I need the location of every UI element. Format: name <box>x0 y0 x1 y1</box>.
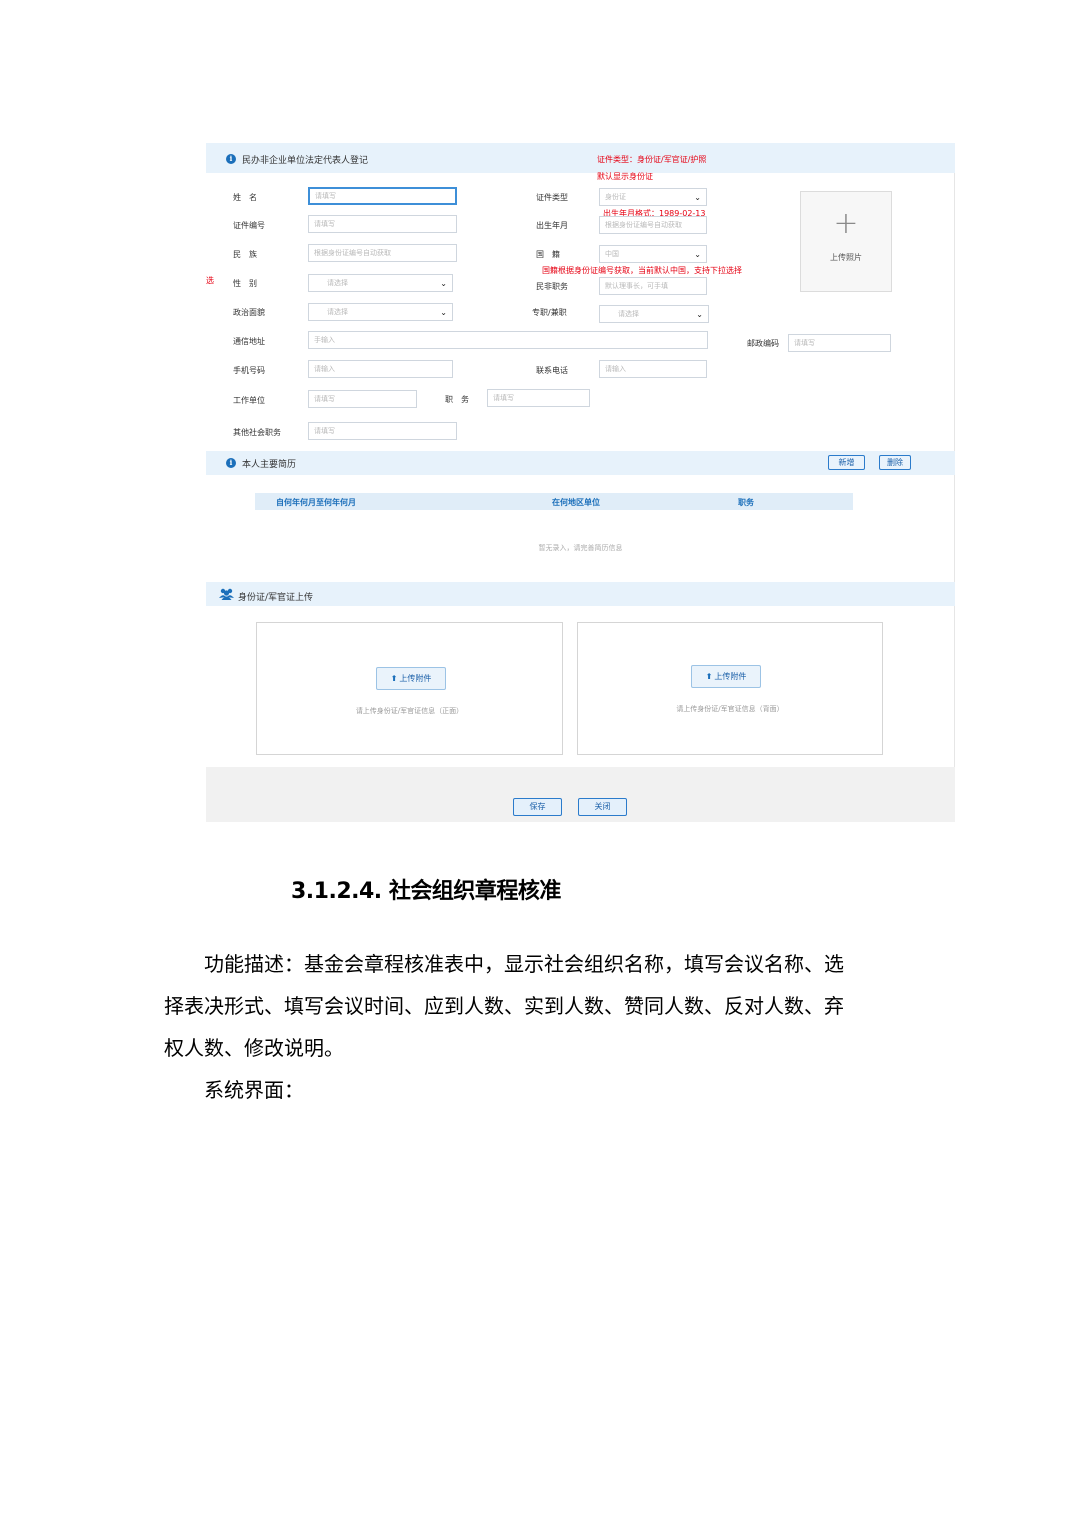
label-employer: 工作单位 <box>233 396 265 405</box>
nationality-select[interactable]: 中国 ⌄ <box>599 245 707 263</box>
system-interface-label: 系统界面： <box>164 1078 304 1102</box>
note-id-type: 证件类型：身份证/军官证/护照 <box>597 155 707 164</box>
delete-resume-button[interactable]: 删除 <box>879 455 911 470</box>
resume-empty-text: 暂无录入，请完善简历信息 <box>538 544 623 552</box>
label-birth: 出生年月 <box>536 221 568 230</box>
upload-box-front: ⬆ 上传附件 请上传身份证/军官证信息（正面） <box>256 622 563 755</box>
chevron-down-icon: ⌄ <box>696 310 703 319</box>
plus-icon: + <box>833 206 859 241</box>
label-politics: 政治面貌 <box>233 308 265 317</box>
id-type-select-value: 身份证 <box>605 193 626 201</box>
note-side-mark: 选 <box>206 276 214 285</box>
add-resume-button[interactable]: 新增 <box>828 455 865 470</box>
label-fulltime: 专职/兼职 <box>532 308 567 317</box>
ethnicity-input[interactable]: 根据身份证编号自动获取 <box>308 244 457 262</box>
upload-icon: ⬆ <box>390 674 398 683</box>
mobile-input[interactable]: 请输入 <box>308 360 453 378</box>
chevron-down-icon: ⌄ <box>440 279 447 288</box>
section-header-upload <box>206 582 955 606</box>
section-header-basic: i 民办非企业单位法定代表人登记 <box>206 143 955 173</box>
label-org-role: 民非职务 <box>536 282 568 291</box>
label-name: 姓 名 <box>233 193 257 202</box>
label-address: 通信地址 <box>233 337 265 346</box>
address-input[interactable]: 手输入 <box>308 331 708 349</box>
nationality-select-value: 中国 <box>605 250 619 258</box>
description-line: 功能描述：基金会章程核准表中，显示社会组织名称，填写会议名称、选 <box>164 952 844 976</box>
upload-icon: ⬆ <box>705 672 713 681</box>
gender-select[interactable]: 请选择 ⌄ <box>308 274 453 292</box>
photo-upload[interactable]: + 上传照片 <box>800 191 892 292</box>
position-input[interactable]: 请填写 <box>487 389 590 407</box>
upload-back-hint: 请上传身份证/军官证信息（背面） <box>676 705 784 713</box>
politics-select[interactable]: 请选择 ⌄ <box>308 303 453 321</box>
save-button[interactable]: 保存 <box>513 798 562 816</box>
upload-back-button-label: 上传附件 <box>714 672 747 681</box>
column-header-period: 自何年何月至何年何月 <box>276 498 356 507</box>
label-other-roles: 其他社会职务 <box>233 428 281 437</box>
upload-front-button[interactable]: ⬆ 上传附件 <box>376 667 446 690</box>
upload-front-hint: 请上传身份证/军官证信息（正面） <box>355 707 464 715</box>
other-roles-input[interactable]: 请填写 <box>308 422 457 440</box>
employer-input[interactable]: 请填写 <box>308 390 417 408</box>
section-title-basic: 民办非企业单位法定代表人登记 <box>242 156 369 166</box>
note-id-default: 默认显示身份证 <box>597 172 653 181</box>
section-title-resume: 本人主要简历 <box>242 460 297 470</box>
section-title-upload: 身份证/军官证上传 <box>238 593 314 603</box>
description-line: 择表决形式、填写会议时间、应到人数、实到人数、赞同人数、反对人数、弃 <box>164 994 844 1018</box>
chevron-down-icon: ⌄ <box>694 193 701 202</box>
form-footer: 保存 关闭 <box>206 767 955 822</box>
note-nationality: 国籍根据身份证编号获取，当前默认中国，支持下拉选择 <box>542 266 742 275</box>
info-icon: i <box>226 154 236 164</box>
chevron-down-icon: ⌄ <box>440 308 447 317</box>
id-type-select[interactable]: 身份证 ⌄ <box>599 188 707 206</box>
id-no-input[interactable]: 请填写 <box>308 215 457 233</box>
label-nationality: 国 籍 <box>536 250 560 259</box>
photo-upload-label: 上传照片 <box>830 253 862 262</box>
politics-select-value: 请选择 <box>327 308 348 316</box>
label-id-no: 证件编号 <box>233 221 265 230</box>
upload-front-button-label: 上传附件 <box>399 674 432 683</box>
postcode-input[interactable]: 请填写 <box>788 334 891 352</box>
label-postcode: 邮政编码 <box>747 339 779 348</box>
chevron-down-icon: ⌄ <box>694 250 701 259</box>
label-mobile: 手机号码 <box>233 366 265 375</box>
label-id-type: 证件类型 <box>536 193 568 202</box>
close-button[interactable]: 关闭 <box>578 798 627 816</box>
resume-table-header: 自何年何月至何年何月 在何地区单位 职务 <box>255 493 853 510</box>
label-ethnicity: 民 族 <box>233 250 257 259</box>
section-heading: 3.1.2.4. 社会组织章程核准 <box>291 879 561 904</box>
label-position: 职 务 <box>445 395 469 404</box>
upload-back-button[interactable]: ⬆ 上传附件 <box>691 665 761 688</box>
info-icon: i <box>226 458 236 468</box>
phone-input[interactable]: 请输入 <box>599 360 707 378</box>
label-gender: 性 别 <box>233 279 257 288</box>
column-header-position: 职务 <box>738 498 754 507</box>
fulltime-select[interactable]: 请选择 ⌄ <box>599 305 709 323</box>
org-role-input[interactable]: 默认理事长，可手填 <box>599 277 707 295</box>
column-header-unit: 在何地区单位 <box>552 498 600 507</box>
birth-input[interactable]: 根据身份证编号自动获取 <box>599 216 707 234</box>
description-line: 权人数、修改说明。 <box>164 1036 344 1060</box>
fulltime-select-value: 请选择 <box>618 310 639 318</box>
label-phone: 联系电话 <box>536 366 568 375</box>
section-header-resume: i 本人主要简历 新增 删除 <box>206 451 955 475</box>
name-input[interactable]: 请填写 <box>308 187 457 205</box>
screenshot-frame: i 民办非企业单位法定代表人登记 证件类型：身份证/军官证/护照 默认显示身份证… <box>206 143 955 822</box>
upload-box-back: ⬆ 上传附件 请上传身份证/军官证信息（背面） <box>577 622 883 755</box>
gender-select-value: 请选择 <box>327 279 348 287</box>
description-paragraph: 功能描述：基金会章程核准表中，显示社会组织名称，填写会议名称、选 择表决形式、填… <box>164 943 909 1111</box>
users-icon <box>219 588 234 600</box>
